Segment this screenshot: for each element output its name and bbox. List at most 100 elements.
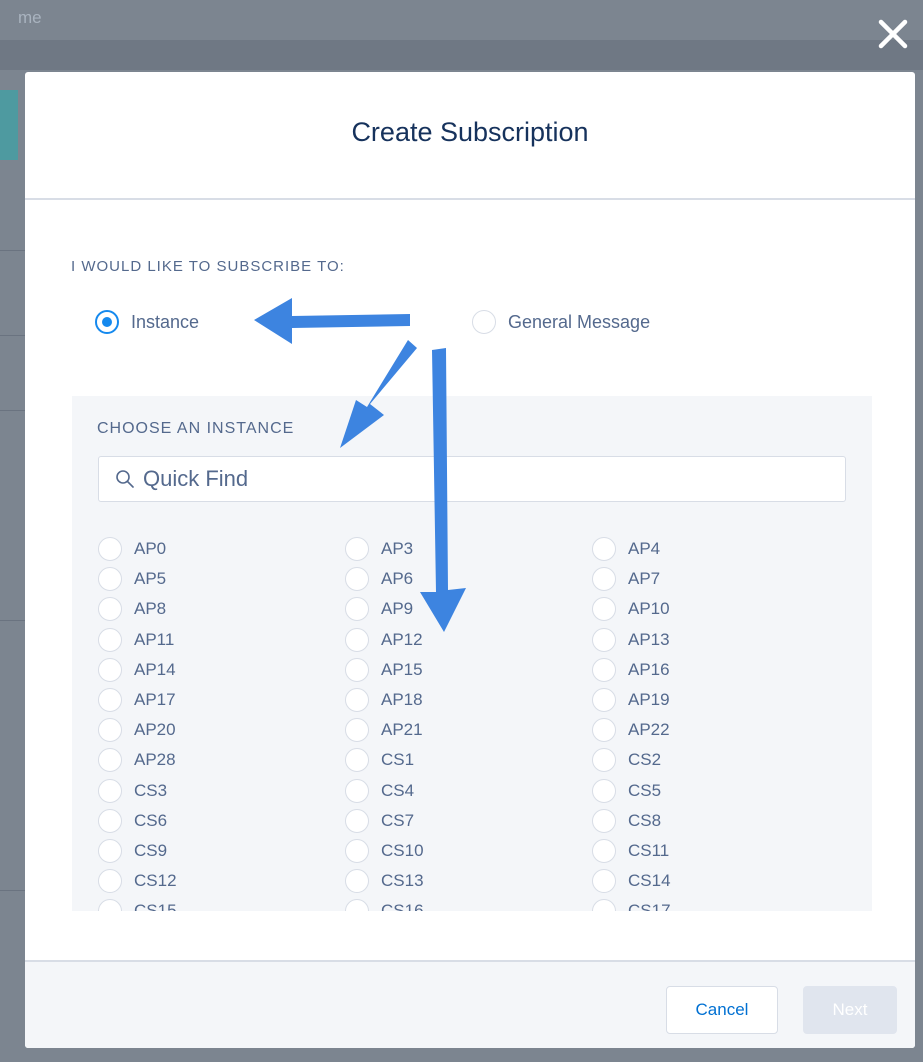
instance-option[interactable]: CS15: [98, 896, 345, 911]
background-divider: [0, 250, 25, 251]
instance-option[interactable]: CS14: [592, 866, 839, 896]
instance-option-radio[interactable]: [345, 899, 369, 911]
instance-option[interactable]: AP5: [98, 564, 345, 594]
instance-option-radio[interactable]: [98, 567, 122, 592]
instance-option[interactable]: AP6: [345, 564, 592, 594]
instance-option-label: AP14: [134, 659, 176, 679]
instance-option-radio[interactable]: [345, 869, 369, 894]
instance-option[interactable]: CS16: [345, 896, 592, 911]
quick-find-input[interactable]: [143, 466, 823, 492]
instance-option-label: AP0: [134, 539, 167, 559]
instance-option-radio[interactable]: [98, 838, 122, 863]
instance-option[interactable]: AP22: [592, 715, 839, 745]
option-general-message[interactable]: General Message: [472, 310, 650, 334]
instance-option-radio[interactable]: [98, 537, 122, 562]
instance-option-radio[interactable]: [345, 838, 369, 863]
instance-option-radio[interactable]: [345, 718, 369, 743]
instance-option-radio[interactable]: [98, 657, 122, 682]
close-button[interactable]: [873, 14, 913, 54]
general-message-radio[interactable]: [472, 310, 496, 334]
instance-option-radio[interactable]: [345, 627, 369, 652]
instance-option-radio[interactable]: [98, 718, 122, 743]
instance-option[interactable]: AP19: [592, 685, 839, 715]
instance-option[interactable]: AP18: [345, 685, 592, 715]
instance-option-radio[interactable]: [592, 778, 616, 803]
instance-option[interactable]: CS8: [592, 806, 839, 836]
instance-option-label: AP20: [134, 720, 176, 740]
instance-option-label: AP10: [628, 599, 670, 619]
instance-option[interactable]: AP28: [98, 745, 345, 775]
modal-title: Create Subscription: [351, 116, 589, 147]
instance-option-radio[interactable]: [345, 567, 369, 592]
option-instance[interactable]: Instance: [95, 310, 199, 334]
background-strip: [0, 40, 923, 70]
instance-option-radio[interactable]: [592, 537, 616, 562]
instance-option-radio[interactable]: [592, 718, 616, 743]
instance-option-label: CS16: [381, 901, 424, 911]
instance-option-radio[interactable]: [345, 778, 369, 803]
instance-option-radio[interactable]: [592, 688, 616, 713]
instance-option[interactable]: AP11: [98, 625, 345, 655]
instance-option-radio[interactable]: [592, 869, 616, 894]
instance-option-radio[interactable]: [98, 748, 122, 773]
instance-option-radio[interactable]: [345, 537, 369, 562]
instance-option[interactable]: CS4: [345, 776, 592, 806]
instance-option-radio[interactable]: [592, 597, 616, 622]
instance-option[interactable]: AP9: [345, 594, 592, 624]
quick-find-box[interactable]: [98, 456, 846, 502]
instance-option[interactable]: AP17: [98, 685, 345, 715]
instance-option[interactable]: AP20: [98, 715, 345, 745]
instance-option[interactable]: AP21: [345, 715, 592, 745]
instance-option[interactable]: CS7: [345, 806, 592, 836]
instance-option-radio[interactable]: [592, 838, 616, 863]
instance-option[interactable]: CS17: [592, 896, 839, 911]
background-title: me: [18, 8, 42, 27]
instance-option-label: AP13: [628, 629, 670, 649]
instance-option-radio[interactable]: [98, 808, 122, 833]
instance-option-radio[interactable]: [345, 808, 369, 833]
instance-option[interactable]: AP0: [98, 534, 345, 564]
instance-option[interactable]: AP7: [592, 564, 839, 594]
option-instance-label: Instance: [131, 311, 200, 332]
instance-option-radio[interactable]: [592, 748, 616, 773]
instance-option-radio[interactable]: [592, 808, 616, 833]
instance-option-radio[interactable]: [592, 657, 616, 682]
instance-option-radio[interactable]: [592, 899, 616, 911]
instance-option[interactable]: AP4: [592, 534, 839, 564]
instance-option-label: CS14: [628, 871, 671, 891]
instance-option[interactable]: CS5: [592, 776, 839, 806]
modal-body: I WOULD LIKE TO SUBSCRIBE TO: Instance G…: [25, 200, 915, 960]
instance-option-radio[interactable]: [98, 899, 122, 911]
instance-option-radio[interactable]: [345, 657, 369, 682]
instance-option[interactable]: AP10: [592, 594, 839, 624]
instance-option-radio[interactable]: [345, 597, 369, 622]
cancel-button[interactable]: Cancel: [666, 986, 778, 1034]
next-button[interactable]: Next: [803, 986, 897, 1034]
instance-option[interactable]: AP8: [98, 594, 345, 624]
instance-option[interactable]: CS12: [98, 866, 345, 896]
instance-option[interactable]: CS1: [345, 745, 592, 775]
instance-option[interactable]: CS10: [345, 836, 592, 866]
instance-option[interactable]: AP14: [98, 655, 345, 685]
instance-option-radio[interactable]: [98, 688, 122, 713]
instance-option-radio[interactable]: [98, 778, 122, 803]
instance-radio[interactable]: [95, 310, 119, 334]
instance-option[interactable]: AP3: [345, 534, 592, 564]
instance-option[interactable]: CS3: [98, 776, 345, 806]
instance-option-radio[interactable]: [345, 748, 369, 773]
instance-option-radio[interactable]: [345, 688, 369, 713]
instance-option-radio[interactable]: [98, 627, 122, 652]
instance-option[interactable]: AP16: [592, 655, 839, 685]
instance-option[interactable]: AP13: [592, 625, 839, 655]
instance-option[interactable]: AP15: [345, 655, 592, 685]
instance-option[interactable]: CS6: [98, 806, 345, 836]
instance-option[interactable]: CS2: [592, 745, 839, 775]
instance-option[interactable]: AP12: [345, 625, 592, 655]
instance-option-radio[interactable]: [98, 869, 122, 894]
instance-option-radio[interactable]: [592, 567, 616, 592]
instance-option[interactable]: CS11: [592, 836, 839, 866]
instance-option-radio[interactable]: [98, 597, 122, 622]
instance-option[interactable]: CS13: [345, 866, 592, 896]
instance-option-radio[interactable]: [592, 627, 616, 652]
instance-option[interactable]: CS9: [98, 836, 345, 866]
